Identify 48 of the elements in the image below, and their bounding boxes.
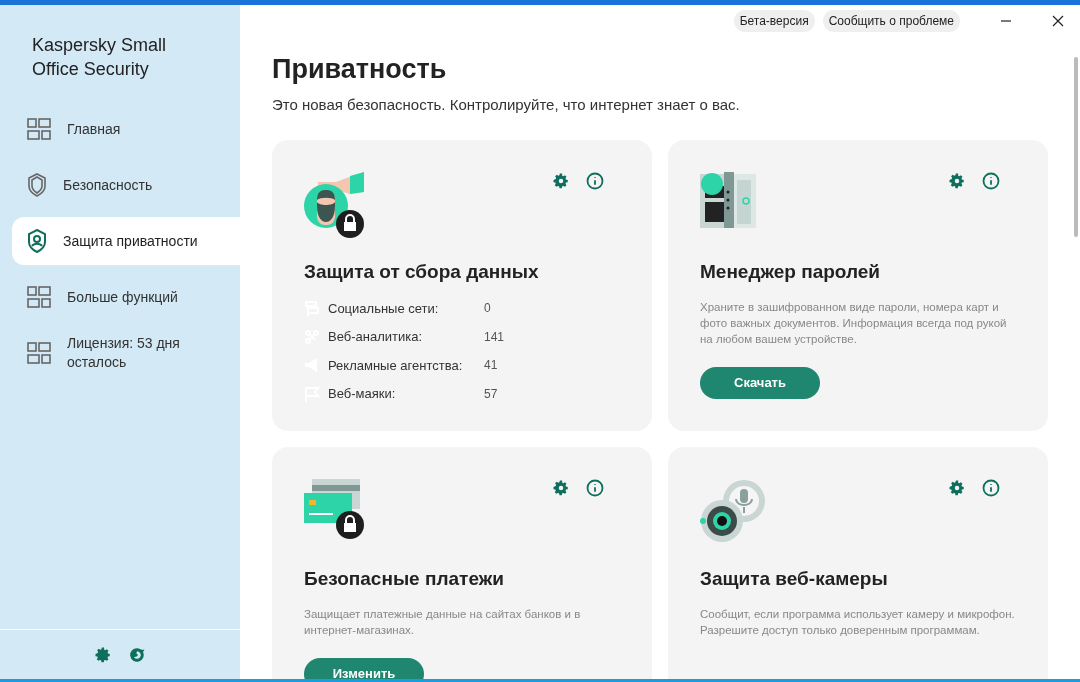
tiles-icon [27,118,51,140]
action-button[interactable]: Изменить [304,657,424,679]
payment-cards-illustration [304,479,366,541]
info-icon[interactable] [586,172,604,190]
tiles-icon [27,286,51,308]
card-description: Сообщит, если программа использует камеру и микрофон. Разрешите доступ только доверенным программам. [700,606,1016,638]
stat-label: Веб-маяки: [328,385,397,403]
nav-item[interactable]: Безопасность [12,161,240,209]
stat-label: Социальные сети: [328,299,440,318]
card-title: Безопасные платежи [304,567,505,591]
settings-icon[interactable] [552,479,570,497]
header-link[interactable]: Бета-версия [733,10,815,32]
webcam-microphone-illustration [700,479,766,543]
scrollbar[interactable] [1074,57,1078,237]
tiles-icon [27,342,51,364]
close-icon[interactable] [1052,15,1064,27]
card-title: Защита веб-камеры [700,567,889,591]
action-button[interactable]: Скачать [700,366,820,399]
privacy-illustration [304,172,366,238]
nav-item[interactable]: Больше функций [12,273,240,321]
settings-icon[interactable] [552,172,570,190]
app-title: Kaspersky Small Office Security [31,34,168,81]
stat-label: Веб-аналитика: [328,328,424,346]
safe-illustration [700,172,758,230]
card-description: Храните в зашифрованном виде пароли, номера карт и фото важных документов. Информация всегда под рукой на любом вашем устройстве. [700,299,1008,347]
shield-icon [27,173,47,197]
info-icon[interactable] [982,479,1000,497]
nav-item[interactable]: Главная [12,105,240,153]
stat-label: Рекламные агентства: [328,356,464,375]
header-link[interactable]: Сообщить о проблеме [822,10,960,32]
stat-value: 0 [484,300,491,318]
info-icon[interactable] [586,479,604,497]
stat-value: 41 [484,357,498,375]
nav-item[interactable]: Защита приватности [12,217,240,265]
card-title: Менеджер паролей [700,260,882,284]
nav-item[interactable]: Лицензия: 53 дня осталось [12,329,240,377]
page-title: Приватность [272,53,448,86]
stat-value: 57 [484,385,498,403]
settings-icon[interactable] [948,479,966,497]
card-title: Защита от сбора данных [304,260,540,284]
support-icon[interactable] [128,645,146,664]
info-icon[interactable] [982,172,1000,190]
stat-value: 141 [484,328,505,346]
page-subtitle: Это новая безопасность. Контролируйте, что интернет знает о вас. [272,94,741,115]
card-description: Защищает платежные данные на сайтах банков и в интернет-магазинах. [304,606,582,638]
settings-icon[interactable] [94,645,112,664]
privacy-shield-icon [27,229,47,253]
settings-icon[interactable] [948,172,966,190]
